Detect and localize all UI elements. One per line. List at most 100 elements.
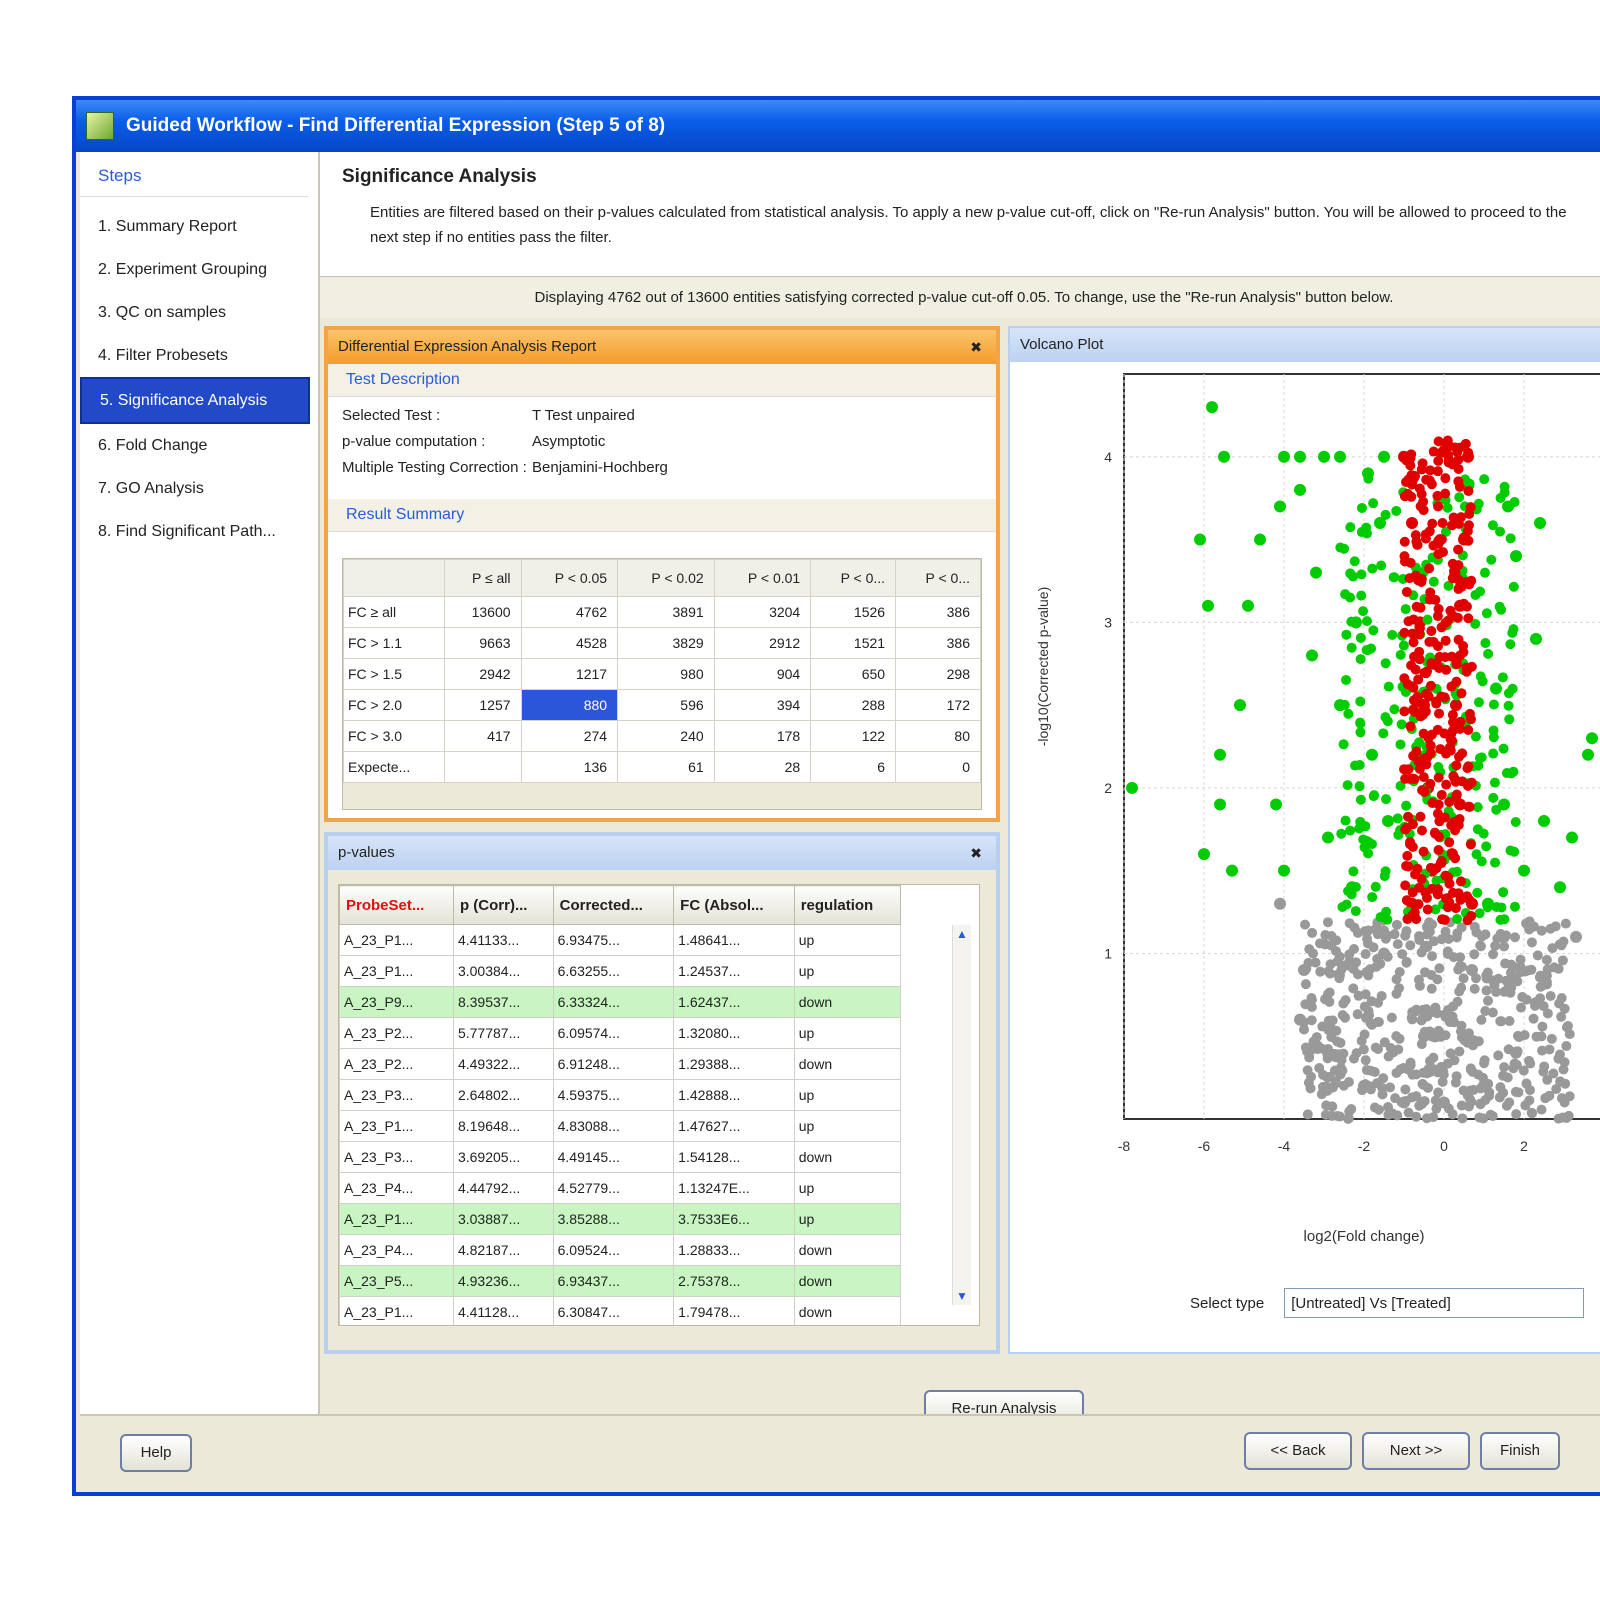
summary-cell[interactable]: 172: [895, 689, 981, 721]
p-values-column-header[interactable]: FC (Absol...: [673, 885, 795, 925]
scroll-down-icon[interactable]: ▼: [953, 1287, 971, 1305]
table-row[interactable]: A_23_P1... 4.41128... 6.30847... 1.79478...…: [339, 1296, 902, 1325]
summary-cell[interactable]: 4528: [520, 627, 619, 659]
data-point: [1415, 811, 1426, 822]
data-point: [1480, 638, 1491, 649]
p-values-column-header[interactable]: ProbeSet...: [339, 885, 454, 925]
data-point: [1463, 447, 1474, 458]
summary-column-header[interactable]: P < 0.01: [713, 559, 812, 597]
summary-cell[interactable]: 650: [810, 658, 897, 690]
step-item[interactable]: 4. Filter Probesets: [80, 334, 310, 377]
summary-column-header[interactable]: P < 0...: [810, 559, 897, 597]
summary-cell[interactable]: 4762: [520, 596, 619, 628]
step-item[interactable]: 6. Fold Change: [80, 424, 310, 467]
summary-column-header[interactable]: P ≤ all: [444, 559, 522, 597]
summary-cell[interactable]: 386: [895, 627, 981, 659]
summary-column-header[interactable]: P < 0.05: [520, 559, 619, 597]
next-button[interactable]: Next >>: [1362, 1432, 1470, 1470]
summary-cell[interactable]: 298: [895, 658, 981, 690]
step-item[interactable]: 1. Summary Report: [80, 205, 310, 248]
summary-cell[interactable]: 0: [895, 751, 981, 783]
summary-cell[interactable]: 3891: [617, 596, 715, 628]
volcano-plot-chart[interactable]: -8-6-4-20241234log2(Fold change)-log10(C…: [1010, 364, 1600, 1264]
p-values-column-header[interactable]: p (Corr)...: [452, 885, 554, 925]
summary-cell[interactable]: 386: [895, 596, 981, 628]
step-item[interactable]: 5. Significance Analysis: [80, 377, 310, 424]
summary-cell[interactable]: FC ≥ all: [342, 596, 446, 628]
select-type-dropdown[interactable]: [Untreated] Vs [Treated]: [1284, 1288, 1585, 1318]
summary-cell[interactable]: 240: [617, 720, 715, 752]
pin-icon[interactable]: ✖: [970, 330, 982, 364]
table-row[interactable]: A_23_P2... 4.49322... 6.91248... 1.29388...…: [339, 1048, 902, 1080]
summary-cell[interactable]: 61: [617, 751, 715, 783]
summary-cell[interactable]: 880: [520, 689, 619, 721]
summary-cell[interactable]: 13600: [444, 596, 522, 628]
table-row[interactable]: A_23_P4... 4.44792... 4.52779... 1.13247E..…: [339, 1172, 902, 1204]
summary-cell[interactable]: 1257: [444, 689, 522, 721]
step-item[interactable]: 2. Experiment Grouping: [80, 248, 310, 291]
summary-cell[interactable]: 596: [617, 689, 715, 721]
summary-cell[interactable]: FC > 1.5: [342, 658, 446, 690]
summary-cell[interactable]: 2912: [713, 627, 812, 659]
summary-cell[interactable]: 1217: [520, 658, 619, 690]
data-point: [1454, 492, 1465, 503]
pin-icon[interactable]: ✖: [970, 836, 982, 870]
summary-cell[interactable]: 1521: [810, 627, 897, 659]
table-row[interactable]: A_23_P2... 5.77787... 6.09574... 1.32080...…: [339, 1017, 902, 1049]
table-cell: 8.19648...: [452, 1110, 554, 1142]
table-row[interactable]: A_23_P1... 3.00384... 6.63255... 1.24537...…: [339, 955, 902, 987]
data-point: [1366, 996, 1377, 1007]
help-button[interactable]: Help: [120, 1434, 192, 1472]
scroll-up-icon[interactable]: ▲: [953, 925, 971, 943]
step-item[interactable]: 7. GO Analysis: [80, 467, 310, 510]
summary-cell[interactable]: 3829: [617, 627, 715, 659]
finish-button[interactable]: Finish: [1480, 1432, 1560, 1470]
data-point: [1562, 1020, 1573, 1031]
summary-cell[interactable]: [444, 751, 522, 783]
summary-cell[interactable]: 178: [713, 720, 812, 752]
summary-cell[interactable]: 6: [810, 751, 897, 783]
table-row[interactable]: A_23_P1... 4.41133... 6.93475... 1.48641...…: [339, 924, 902, 956]
summary-cell[interactable]: 904: [713, 658, 812, 690]
summary-cell[interactable]: 394: [713, 689, 812, 721]
summary-cell[interactable]: 9663: [444, 627, 522, 659]
table-row[interactable]: A_23_P3... 2.64802... 4.59375... 1.42888...…: [339, 1079, 902, 1111]
summary-cell[interactable]: 3204: [713, 596, 812, 628]
step-item[interactable]: 3. QC on samples: [80, 291, 310, 334]
step-item[interactable]: 8. Find Significant Path...: [80, 510, 310, 553]
summary-cell[interactable]: 1526: [810, 596, 897, 628]
data-point: [1334, 951, 1345, 962]
summary-cell[interactable]: 122: [810, 720, 897, 752]
table-row[interactable]: A_23_P5... 4.93236... 6.93437... 2.75378...…: [339, 1265, 902, 1297]
table-row[interactable]: A_23_P9... 8.39537... 6.33324... 1.62437...…: [339, 986, 902, 1018]
summary-column-header[interactable]: [342, 559, 446, 597]
vertical-scrollbar[interactable]: ▲ ▼: [952, 925, 971, 1305]
summary-column-header[interactable]: P < 0...: [895, 559, 981, 597]
p-values-column-header[interactable]: regulation: [793, 885, 902, 925]
data-point: [1226, 864, 1238, 877]
data-point: [1350, 881, 1361, 892]
summary-cell[interactable]: FC > 1.1: [342, 627, 446, 659]
table-row[interactable]: A_23_P4... 4.82187... 6.09524... 1.28833...…: [339, 1234, 902, 1266]
data-point: [1465, 714, 1476, 725]
table-row[interactable]: A_23_P3... 3.69205... 4.49145... 1.54128...…: [339, 1141, 902, 1173]
p-values-column-header[interactable]: Corrected...: [552, 885, 675, 925]
summary-cell[interactable]: Expecte...: [342, 751, 446, 783]
data-point: [1440, 870, 1451, 881]
table-row[interactable]: A_23_P1... 3.03887... 3.85288... 3.7533E6..…: [339, 1203, 902, 1235]
summary-cell[interactable]: 274: [520, 720, 619, 752]
data-point: [1433, 1087, 1444, 1098]
summary-cell[interactable]: 28: [713, 751, 812, 783]
summary-cell[interactable]: 288: [810, 689, 897, 721]
summary-cell[interactable]: 417: [444, 720, 522, 752]
summary-cell[interactable]: FC > 2.0: [342, 689, 446, 721]
summary-cell[interactable]: FC > 3.0: [342, 720, 446, 752]
summary-cell[interactable]: 2942: [444, 658, 522, 690]
summary-column-header[interactable]: P < 0.02: [617, 559, 715, 597]
summary-cell[interactable]: 980: [617, 658, 715, 690]
data-point: [1531, 1031, 1542, 1042]
summary-cell[interactable]: 80: [895, 720, 981, 752]
back-button[interactable]: << Back: [1244, 1432, 1352, 1470]
summary-cell[interactable]: 136: [520, 751, 619, 783]
table-row[interactable]: A_23_P1... 8.19648... 4.83088... 1.47627...…: [339, 1110, 902, 1142]
